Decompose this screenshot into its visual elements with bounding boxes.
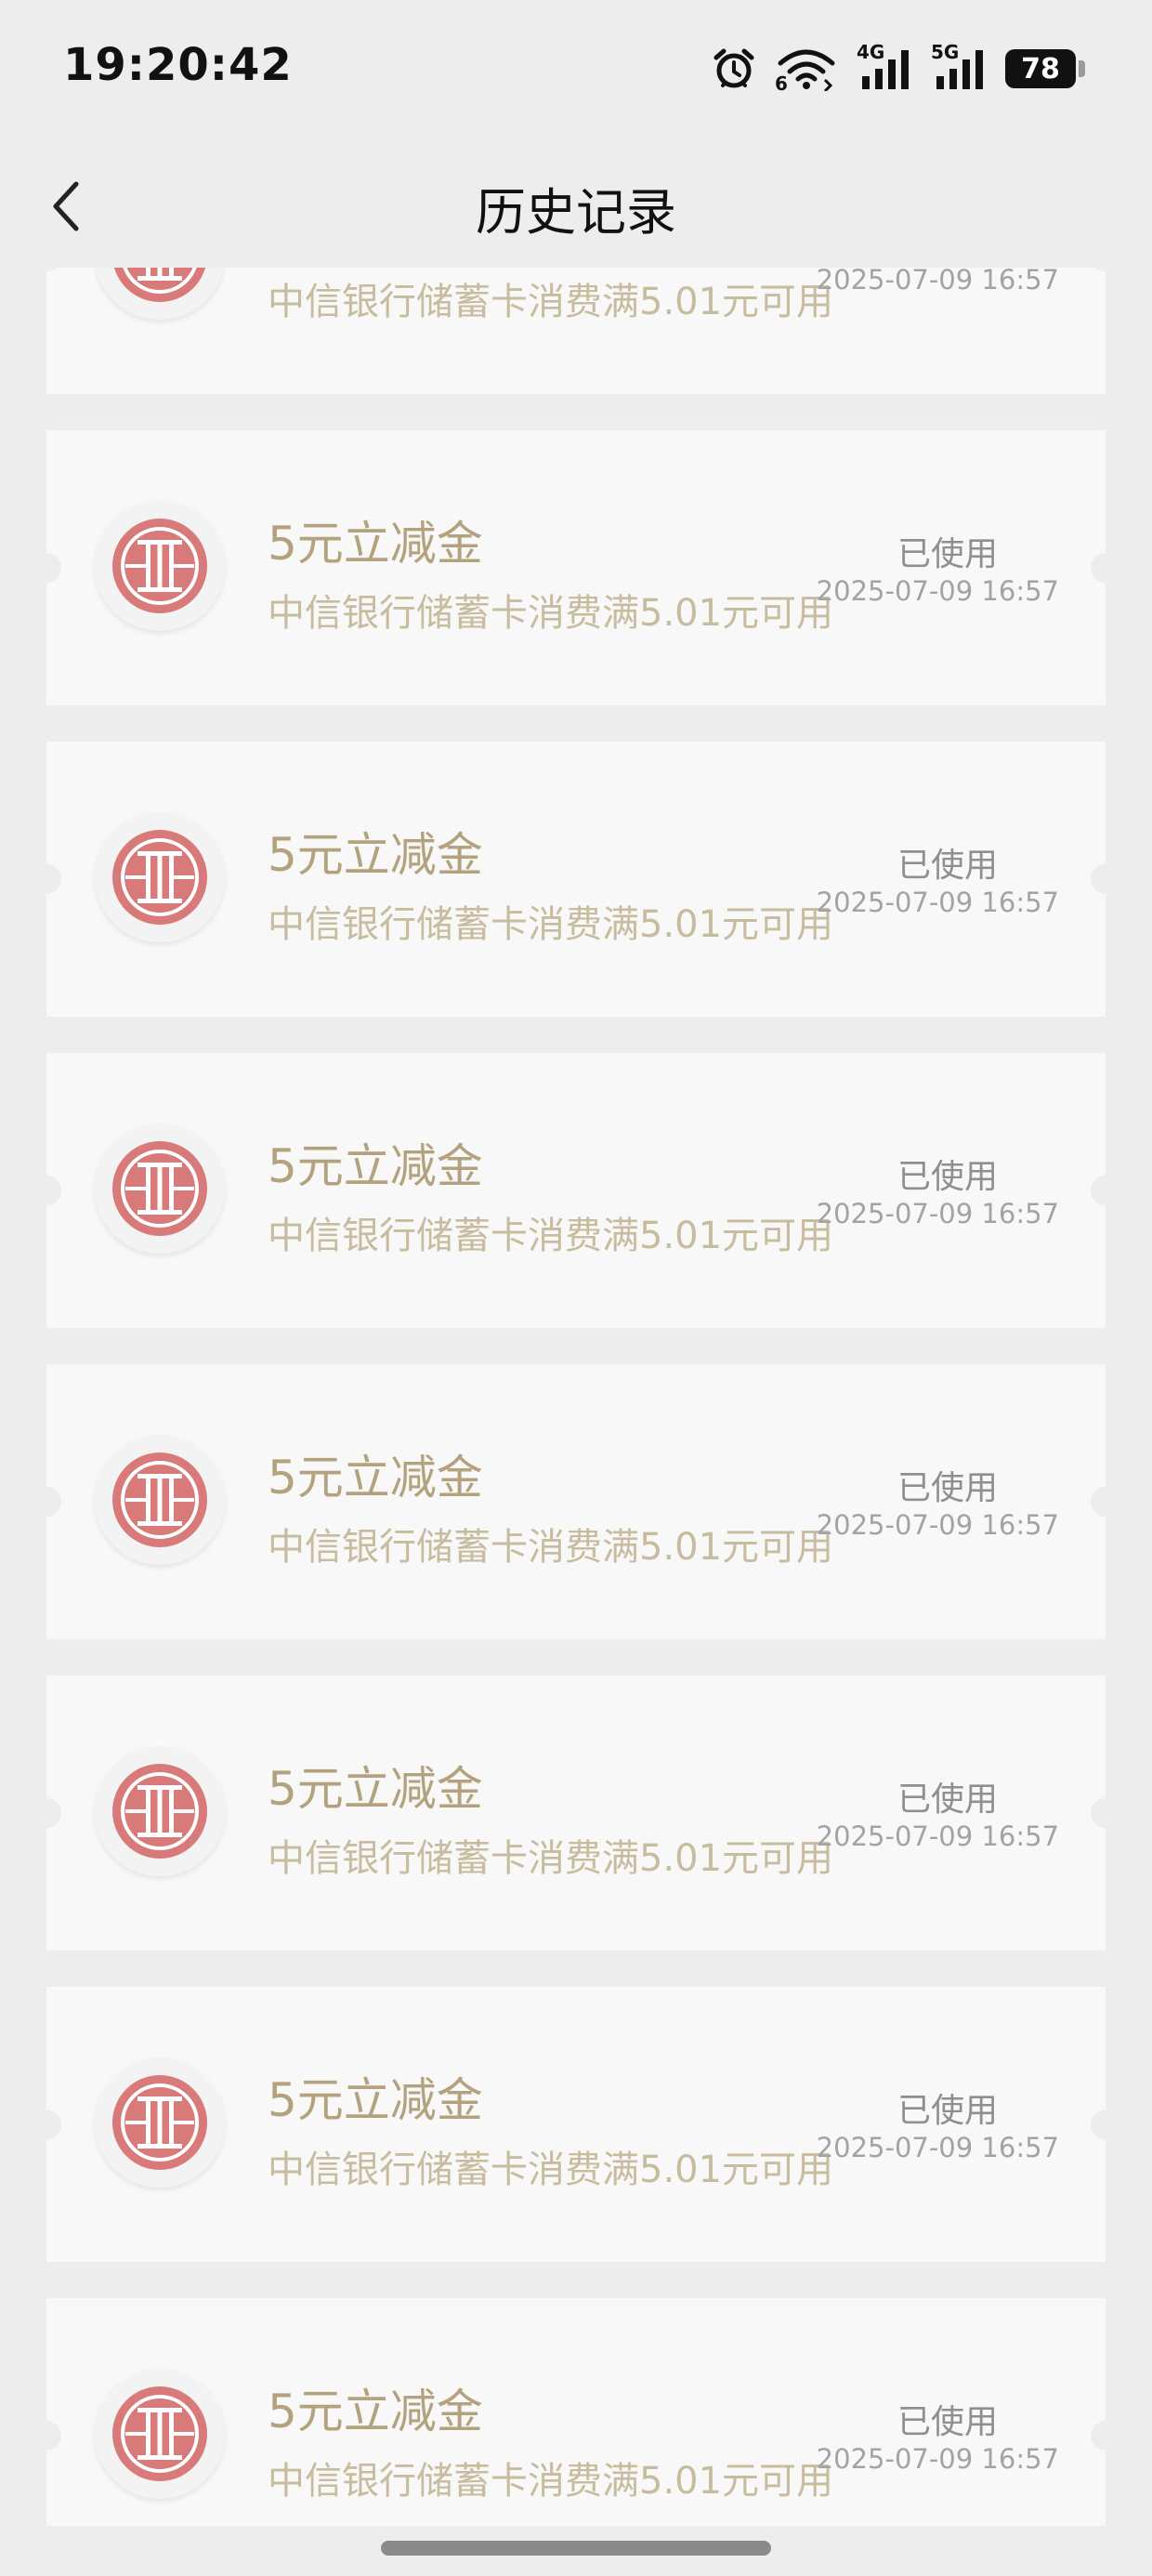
- ticket-notch-left: [32, 268, 61, 271]
- coupon-status: 已使用: [897, 2403, 998, 2441]
- coupon-card[interactable]: 5元立减金 中信银行储蓄卡消费满5.01元可用 已使用 2025-07-09 1…: [32, 430, 1120, 705]
- signal-5g-label: 5G: [931, 41, 960, 63]
- citic-bank-logo: [95, 812, 225, 942]
- coupon-date: 2025-07-09 16:57: [816, 1820, 1059, 1852]
- signal-4g-icon: 4G: [857, 41, 910, 91]
- coupon-title: 5元立减金: [268, 517, 483, 571]
- citic-bank-logo: [95, 2057, 225, 2188]
- coupon-card[interactable]: 5元立减金 中信银行储蓄卡消费满5.01元可用 已使用 2025-07-09 1…: [32, 1053, 1120, 1328]
- coupon-card[interactable]: 5元立减金 中信银行储蓄卡消费满5.01元可用 已使用 2025-07-09 1…: [32, 1364, 1120, 1639]
- citic-bank-logo: [95, 1746, 225, 1876]
- status-icons: 6 4G 5G 78: [712, 41, 1085, 97]
- coupon-card[interactable]: 5元立减金 中信银行储蓄卡消费满5.01元可用 已使用 2025-07-09 1…: [32, 268, 1120, 394]
- ticket-notch-left: [32, 1798, 61, 1828]
- wifi-icon: 6: [775, 46, 836, 95]
- signal-4g-label: 4G: [857, 41, 885, 63]
- citic-bank-logo: [95, 1124, 225, 1254]
- coupon-date: 2025-07-09 16:57: [816, 575, 1059, 607]
- status-bar: 19:20:42 6 4G 5G 78: [0, 0, 1152, 139]
- coupon-date: 2025-07-09 16:57: [816, 1509, 1059, 1541]
- coupon-status: 已使用: [897, 535, 998, 573]
- battery-icon: 78: [1005, 49, 1085, 88]
- coupon-description: 中信银行储蓄卡消费满5.01元可用: [268, 903, 834, 946]
- coupon-title: 5元立减金: [268, 2073, 483, 2127]
- wifi-sub-label: 6: [775, 72, 788, 95]
- coupon-title: 5元立减金: [268, 1451, 483, 1505]
- ticket-notch-right: [1091, 1798, 1120, 1828]
- coupon-status: 已使用: [897, 847, 998, 885]
- home-indicator[interactable]: [381, 2541, 771, 2556]
- coupon-card[interactable]: 5元立减金 中信银行储蓄卡消费满5.01元可用 已使用 2025-07-09 1…: [32, 2298, 1120, 2526]
- coupon-card[interactable]: 5元立减金 中信银行储蓄卡消费满5.01元可用 已使用 2025-07-09 1…: [32, 1676, 1120, 1951]
- coupon-description: 中信银行储蓄卡消费满5.01元可用: [268, 1215, 834, 1257]
- coupon-title: 5元立减金: [268, 1139, 483, 1193]
- ticket-notch-left: [32, 1176, 61, 1205]
- coupon-description: 中信银行储蓄卡消费满5.01元可用: [268, 1526, 834, 1569]
- coupon-list: 5元立减金 中信银行储蓄卡消费满5.01元可用 已使用 2025-07-09 1…: [32, 268, 1120, 2526]
- coupon-title: 5元立减金: [268, 1762, 483, 1816]
- ticket-notch-right: [1091, 2109, 1120, 2139]
- coupon-status: 已使用: [897, 1781, 998, 1819]
- nav-bar: 历史记录: [0, 139, 1152, 269]
- coupon-date: 2025-07-09 16:57: [816, 2132, 1059, 2163]
- coupon-status: 已使用: [897, 1469, 998, 1507]
- coupon-date: 2025-07-09 16:57: [816, 887, 1059, 918]
- citic-bank-logo: [95, 268, 225, 320]
- ticket-notch-left: [32, 2109, 61, 2139]
- ticket-notch-left: [32, 553, 61, 583]
- ticket-notch-left: [32, 864, 61, 894]
- citic-bank-logo: [95, 1435, 225, 1565]
- coupon-date: 2025-07-09 16:57: [816, 1198, 1059, 1229]
- ticket-notch-right: [1091, 553, 1120, 583]
- ticket-notch-left: [32, 1487, 61, 1517]
- coupon-status: 已使用: [897, 1158, 998, 1196]
- alarm-icon: [712, 46, 756, 91]
- coupon-status: 已使用: [897, 2092, 998, 2130]
- ticket-notch-right: [1091, 1487, 1120, 1517]
- page-title: 历史记录: [476, 183, 676, 242]
- ticket-notch-right: [1091, 268, 1120, 271]
- coupon-description: 中信银行储蓄卡消费满5.01元可用: [268, 1837, 834, 1880]
- coupon-list-viewport[interactable]: 5元立减金 中信银行储蓄卡消费满5.01元可用 已使用 2025-07-09 1…: [0, 268, 1152, 2526]
- ticket-notch-right: [1091, 2421, 1120, 2451]
- coupon-description: 中信银行储蓄卡消费满5.01元可用: [268, 592, 834, 635]
- coupon-card[interactable]: 5元立减金 中信银行储蓄卡消费满5.01元可用 已使用 2025-07-09 1…: [32, 1987, 1120, 2262]
- status-time: 19:20:42: [63, 39, 293, 91]
- coupon-card[interactable]: 5元立减金 中信银行储蓄卡消费满5.01元可用 已使用 2025-07-09 1…: [32, 742, 1120, 1017]
- coupon-date: 2025-07-09 16:57: [816, 2443, 1059, 2475]
- coupon-date: 2025-07-09 16:57: [816, 268, 1059, 296]
- citic-bank-logo: [95, 2369, 225, 2499]
- citic-bank-logo: [95, 501, 225, 631]
- battery-level: 78: [1021, 52, 1060, 85]
- ticket-notch-left: [32, 2421, 61, 2451]
- ticket-notch-right: [1091, 864, 1120, 894]
- coupon-description: 中信银行储蓄卡消费满5.01元可用: [268, 281, 834, 323]
- coupon-description: 中信银行储蓄卡消费满5.01元可用: [268, 2149, 834, 2191]
- coupon-title: 5元立减金: [268, 828, 483, 882]
- ticket-notch-right: [1091, 1176, 1120, 1205]
- coupon-description: 中信银行储蓄卡消费满5.01元可用: [268, 2460, 834, 2503]
- coupon-title: 5元立减金: [268, 2385, 483, 2438]
- signal-5g-icon: 5G: [931, 41, 985, 91]
